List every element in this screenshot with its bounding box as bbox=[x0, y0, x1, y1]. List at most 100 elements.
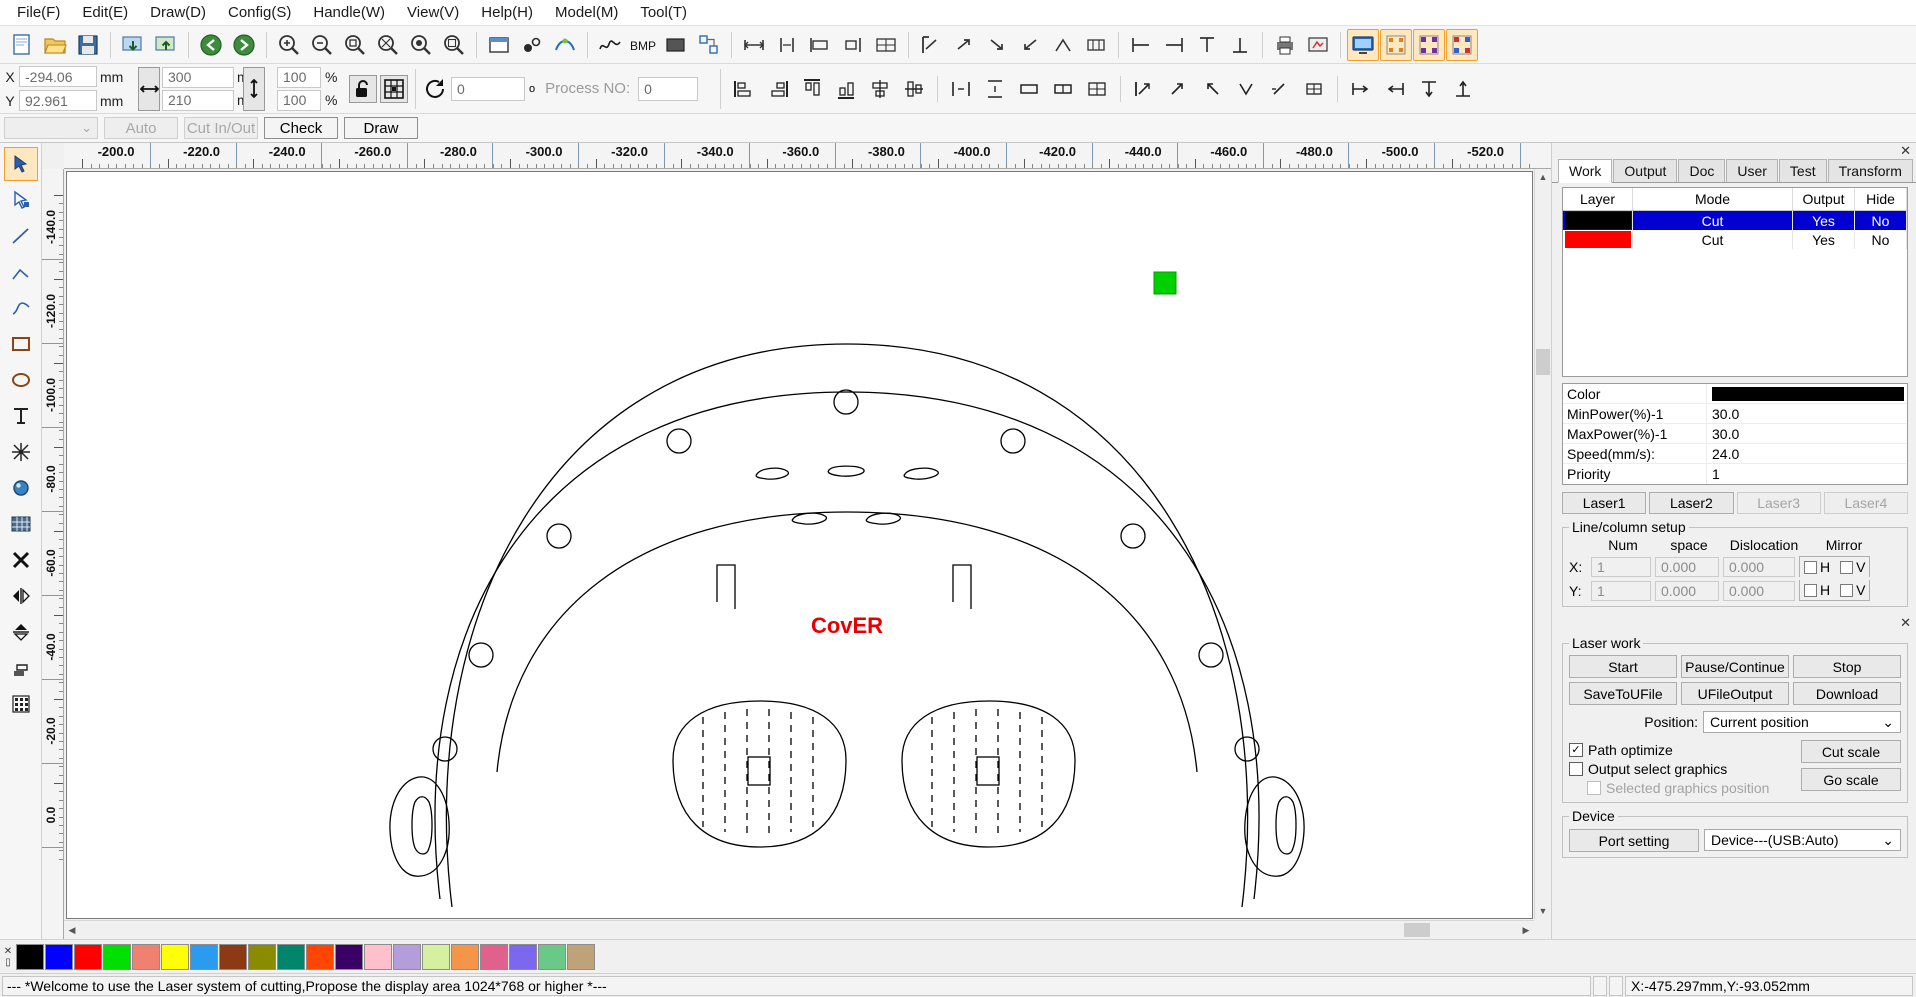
table-row[interactable]: Cut Yes No bbox=[1563, 230, 1907, 249]
param-value[interactable]: 1 bbox=[1707, 464, 1907, 484]
tab-test[interactable]: Test bbox=[1778, 159, 1827, 182]
close-icon[interactable]: ✕ bbox=[1900, 143, 1911, 159]
scroll-down-arrow-icon[interactable]: ▼ bbox=[1535, 903, 1551, 919]
align-top-left-icon[interactable] bbox=[915, 29, 947, 61]
palette-swatch[interactable] bbox=[16, 943, 44, 970]
x-dislocation-input[interactable]: 0.000 bbox=[1723, 556, 1795, 577]
layer-output[interactable]: Yes bbox=[1793, 230, 1855, 249]
laser2-button[interactable]: Laser2 bbox=[1649, 492, 1734, 514]
grid-array-tool[interactable] bbox=[4, 507, 38, 541]
align-left-edge-icon[interactable] bbox=[728, 73, 760, 105]
offset-layer-tool[interactable] bbox=[4, 651, 38, 685]
path-reverse-icon[interactable] bbox=[1196, 73, 1228, 105]
vertical-ruler[interactable]: -140.0 -120.0 -100.0 -80.0 -60.0 -40.0 -20.0 0.… bbox=[42, 169, 64, 939]
array-icon[interactable] bbox=[771, 29, 803, 61]
bezier-tool[interactable] bbox=[4, 291, 38, 325]
export-icon[interactable] bbox=[150, 29, 182, 61]
scale-y-input[interactable]: 100 bbox=[277, 89, 321, 111]
height-input[interactable]: 210 bbox=[162, 89, 234, 111]
horizontal-ruler[interactable]: -200.0 -220.0 -240.0 -260.0 -280.0 -300.0 -320… bbox=[64, 143, 1551, 169]
panel-close-button[interactable]: ✕ bbox=[1552, 143, 1916, 159]
measure-left-icon[interactable] bbox=[1345, 73, 1377, 105]
param-color-swatch[interactable] bbox=[1712, 386, 1904, 401]
palette-swatch[interactable] bbox=[45, 943, 73, 970]
width-input[interactable]: 300 bbox=[162, 66, 234, 88]
auto-button[interactable]: Auto bbox=[104, 117, 178, 139]
align-bottom-left-icon[interactable] bbox=[1014, 29, 1046, 61]
laser1-button[interactable]: Laser1 bbox=[1562, 492, 1647, 514]
scale-x-input[interactable]: 100 bbox=[277, 66, 321, 88]
node-edit-icon[interactable] bbox=[516, 29, 548, 61]
ungroup-icon[interactable] bbox=[1047, 73, 1079, 105]
distribute-h-icon[interactable] bbox=[945, 73, 977, 105]
go-scale-button[interactable]: Go scale bbox=[1801, 768, 1901, 791]
measure-right-icon[interactable] bbox=[1379, 73, 1411, 105]
layer-table[interactable]: Layer Mode Output Hide Cut Yes No Cut Ye… bbox=[1562, 187, 1908, 377]
align-bottom-center-icon[interactable] bbox=[1047, 29, 1079, 61]
layer-combo[interactable]: ⌄ bbox=[4, 117, 98, 139]
align-center-h-icon[interactable] bbox=[864, 73, 896, 105]
param-row-maxpower[interactable]: MaxPower(%)-1 30.0 bbox=[1563, 424, 1907, 444]
menu-file[interactable]: File(F) bbox=[6, 1, 71, 24]
scroll-left-arrow-icon[interactable]: ◀ bbox=[64, 921, 80, 939]
param-row-speed[interactable]: Speed(mm/s): 24.0 bbox=[1563, 444, 1907, 464]
redo-icon[interactable] bbox=[228, 29, 260, 61]
param-value[interactable]: 24.0 bbox=[1707, 444, 1907, 463]
rectangle-tool[interactable] bbox=[4, 327, 38, 361]
x-space-input[interactable]: 0.000 bbox=[1655, 556, 1719, 577]
zoom-in-icon[interactable] bbox=[273, 29, 305, 61]
preview-icon[interactable] bbox=[1302, 29, 1334, 61]
horizontal-resize-icon[interactable] bbox=[138, 66, 160, 111]
scroll-up-arrow-icon[interactable]: ▲ bbox=[1535, 169, 1551, 185]
path-grid-icon[interactable] bbox=[1298, 73, 1330, 105]
path-start-icon[interactable] bbox=[1128, 73, 1160, 105]
tab-user[interactable]: User bbox=[1726, 159, 1778, 182]
tab-output[interactable]: Output bbox=[1613, 159, 1678, 182]
polyline-tool[interactable] bbox=[4, 255, 38, 289]
vertical-scroll-thumb[interactable] bbox=[1536, 349, 1550, 375]
palette-swatch[interactable] bbox=[451, 943, 479, 970]
measure-icon[interactable] bbox=[738, 29, 770, 61]
align-h-left-icon[interactable] bbox=[1125, 29, 1157, 61]
checkbox[interactable] bbox=[1840, 583, 1854, 597]
align-right-edge-icon[interactable] bbox=[762, 73, 794, 105]
param-value[interactable]: 30.0 bbox=[1707, 424, 1907, 443]
star-tool[interactable] bbox=[4, 435, 38, 469]
mirror-horizontal-tool[interactable] bbox=[4, 579, 38, 613]
param-row-minpower[interactable]: MinPower(%)-1 30.0 bbox=[1563, 404, 1907, 424]
palette-swatch[interactable] bbox=[538, 943, 566, 970]
x-mirror-v[interactable]: V bbox=[1840, 559, 1865, 575]
fill-icon[interactable] bbox=[660, 29, 692, 61]
array-grid-icon[interactable] bbox=[1081, 73, 1113, 105]
menu-help[interactable]: Help(H) bbox=[470, 1, 544, 24]
new-file-icon[interactable] bbox=[6, 29, 38, 61]
menu-view[interactable]: View(V) bbox=[396, 1, 470, 24]
save-file-icon[interactable] bbox=[72, 29, 104, 61]
path-offset-icon[interactable] bbox=[1264, 73, 1296, 105]
menu-edit[interactable]: Edit(E) bbox=[71, 1, 139, 24]
marker3-icon[interactable] bbox=[1446, 28, 1478, 61]
cut-in-out-button[interactable]: Cut In/Out bbox=[184, 117, 258, 139]
checkbox[interactable] bbox=[1840, 560, 1854, 574]
y-mirror-h[interactable]: H bbox=[1804, 582, 1830, 598]
measure-top-icon[interactable] bbox=[1413, 73, 1445, 105]
table-row[interactable]: Cut Yes No bbox=[1563, 211, 1907, 230]
layer-hide[interactable]: No bbox=[1855, 230, 1907, 249]
cut-scale-button[interactable]: Cut scale bbox=[1801, 740, 1901, 763]
device-select[interactable]: Device---(USB:Auto) ⌄ bbox=[1704, 829, 1901, 851]
y-position-input[interactable]: 92.961 bbox=[19, 90, 97, 111]
y-space-input[interactable]: 0.000 bbox=[1655, 580, 1719, 601]
tab-doc[interactable]: Doc bbox=[1678, 159, 1726, 182]
canvas-vertical-scrollbar[interactable]: ▲ ▼ bbox=[1534, 169, 1551, 919]
text-tool[interactable] bbox=[4, 399, 38, 433]
distribute-icon[interactable] bbox=[1080, 29, 1112, 61]
close-icon[interactable]: ✕ bbox=[4, 946, 12, 957]
x-position-input[interactable]: -294.06 bbox=[19, 66, 97, 87]
laser-work-close-button[interactable]: ✕ bbox=[1552, 615, 1916, 630]
offset-icon[interactable] bbox=[693, 29, 725, 61]
pause-continue-button[interactable]: Pause/Continue bbox=[1681, 655, 1789, 678]
rotate-icon[interactable] bbox=[423, 77, 447, 101]
menu-draw[interactable]: Draw(D) bbox=[139, 1, 217, 24]
palette-swatch[interactable] bbox=[393, 943, 421, 970]
param-row-color[interactable]: Color bbox=[1563, 384, 1907, 404]
